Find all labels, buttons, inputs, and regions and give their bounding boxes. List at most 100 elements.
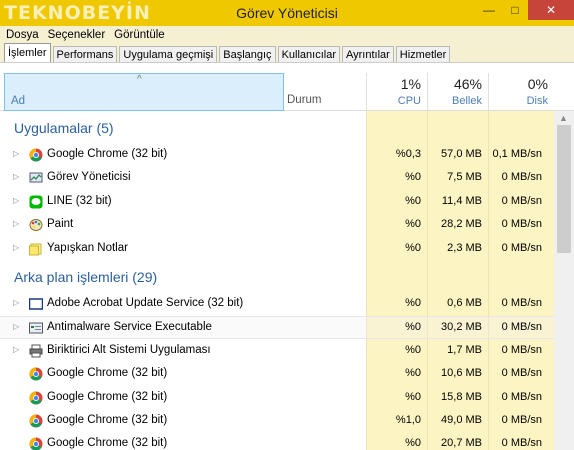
- disk-value: 0 MB/sn: [501, 321, 542, 334]
- menu-view[interactable]: Görüntüle: [114, 29, 165, 41]
- memory-value: 15,8 MB: [441, 390, 482, 403]
- memory-value: 20,7 MB: [441, 437, 482, 450]
- cpu-value: %0: [405, 171, 421, 184]
- cpu-value: %0: [405, 367, 421, 380]
- process-row[interactable]: ▷ Adobe Acrobat Update Service (32 bit) %0…: [0, 293, 554, 316]
- tab-users[interactable]: Kullanıcılar: [277, 46, 340, 62]
- vertical-scrollbar[interactable]: ▲: [554, 111, 574, 450]
- memory-value: 11,4 MB: [441, 194, 482, 207]
- process-name: Google Chrome (32 bit): [47, 367, 168, 380]
- disk-value: 0 MB/sn: [501, 437, 542, 450]
- task-manager-icon: [29, 171, 43, 185]
- scroll-thumb[interactable]: [557, 125, 571, 253]
- expand-arrow-icon[interactable]: ▷: [13, 196, 19, 205]
- process-name: Paint: [47, 218, 74, 231]
- minimize-icon[interactable]: —: [476, 0, 502, 20]
- memory-value: 10,6 MB: [441, 367, 482, 380]
- cpu-value: %0,3: [395, 148, 421, 160]
- disk-value: 0 MB/sn: [501, 297, 542, 309]
- column-header-disk[interactable]: 0% Disk: [488, 73, 554, 111]
- process-row[interactable]: ▷ Google Chrome (32 bit) %0,3 57,0 MB 0,1 MB…: [0, 144, 554, 167]
- process-name: Antimalware Service Executable: [47, 321, 212, 334]
- column-header-cpu[interactable]: 1% CPU: [366, 73, 427, 111]
- cpu-value: %0: [405, 437, 421, 450]
- memory-value: 49,0 MB: [441, 414, 482, 426]
- menu-bar: Dosya Seçenekler Görüntüle: [0, 26, 574, 44]
- memory-total-percent: 46%: [453, 76, 482, 92]
- column-header: ^ Ad Durum 1% CPU 46% Bellek 0% Disk: [0, 63, 574, 111]
- process-row[interactable]: ▷ Yapışkan Notlar %0 2,3 MB 0 MB/sn: [0, 238, 554, 261]
- column-header-memory[interactable]: 46% Bellek: [427, 73, 488, 111]
- disk-value: 0,1 MB/sn: [492, 148, 542, 160]
- tab-processes[interactable]: İşlemler: [4, 43, 51, 62]
- group-header-background[interactable]: Arka plan işlemleri (29): [14, 269, 157, 285]
- process-name: Google Chrome (32 bit): [47, 390, 168, 403]
- process-row[interactable]: ▷ Paint %0 28,2 MB 0 MB/sn: [0, 214, 554, 237]
- cpu-column-label: CPU: [397, 95, 421, 107]
- chrome-icon: [29, 414, 43, 428]
- process-name: Biriktirici Alt Sistemi Uygulaması: [47, 343, 211, 356]
- expand-arrow-icon[interactable]: ▷: [13, 149, 19, 158]
- cpu-value: %0: [405, 321, 421, 334]
- column-header-name[interactable]: ^ Ad: [4, 73, 284, 111]
- disk-value: 0 MB/sn: [501, 367, 542, 380]
- chrome-icon: [29, 148, 43, 162]
- group-header-apps[interactable]: Uygulamalar (5): [14, 120, 114, 136]
- tab-performance[interactable]: Performans: [52, 46, 118, 62]
- disk-value: 0 MB/sn: [501, 414, 542, 426]
- chrome-icon: [29, 367, 43, 381]
- disk-value: 0 MB/sn: [501, 241, 542, 254]
- cpu-value: %0: [405, 297, 421, 309]
- process-row[interactable]: ▷ Biriktirici Alt Sistemi Uygulaması %0 1,7…: [0, 340, 554, 363]
- cpu-value: %1,0: [395, 414, 421, 426]
- tab-startup[interactable]: Başlangıç: [219, 46, 276, 62]
- chrome-icon: [29, 391, 43, 405]
- memory-value: 28,2 MB: [441, 218, 482, 231]
- expand-arrow-icon[interactable]: ▷: [13, 219, 19, 228]
- process-name: Adobe Acrobat Update Service (32 bit): [47, 297, 244, 309]
- expand-arrow-icon[interactable]: ▷: [13, 298, 19, 307]
- line-icon: [29, 195, 43, 209]
- disk-value: 0 MB/sn: [501, 218, 542, 231]
- sort-ascending-icon: ^: [137, 74, 142, 85]
- process-row[interactable]: ▷ Görev Yöneticisi %0 7,5 MB 0 MB/sn: [0, 167, 554, 190]
- expand-arrow-icon[interactable]: ▷: [13, 172, 19, 181]
- sticky-notes-icon: [29, 242, 43, 256]
- memory-value: 2,3 MB: [447, 241, 482, 254]
- expand-arrow-icon[interactable]: ▷: [13, 322, 19, 331]
- memory-value: 1,7 MB: [447, 343, 482, 356]
- process-row[interactable]: Google Chrome (32 bit) %0 15,8 MB 0 MB/sn: [0, 387, 554, 410]
- memory-column-label: Bellek: [452, 95, 482, 107]
- window-icon: [28, 297, 44, 311]
- tab-strip: İşlemler Performans Uygulama geçmişi Baş…: [0, 43, 574, 63]
- process-name: Google Chrome (32 bit): [47, 148, 168, 160]
- tab-app-history[interactable]: Uygulama geçmişi: [119, 46, 218, 62]
- process-name: Görev Yöneticisi: [47, 171, 131, 184]
- memory-value: 57,0 MB: [441, 148, 482, 160]
- process-row[interactable]: Google Chrome (32 bit) %0 20,7 MB 0 MB/sn: [0, 433, 554, 450]
- menu-file[interactable]: Dosya: [6, 29, 39, 41]
- process-row[interactable]: Google Chrome (32 bit) %0 10,6 MB 0 MB/sn: [0, 363, 554, 386]
- process-name: Google Chrome (32 bit): [47, 437, 168, 450]
- cpu-value: %0: [405, 218, 421, 231]
- disk-value: 0 MB/sn: [501, 171, 542, 184]
- expand-arrow-icon[interactable]: ▷: [13, 243, 19, 252]
- tab-services[interactable]: Hizmetler: [395, 46, 451, 62]
- column-header-status[interactable]: Durum: [287, 94, 322, 106]
- expand-arrow-icon[interactable]: ▷: [13, 345, 19, 354]
- maximize-icon[interactable]: □: [502, 0, 528, 20]
- title-bar: TEKNOBEYİN Görev Yöneticisi — □ ✕: [0, 0, 574, 26]
- process-row[interactable]: Google Chrome (32 bit) %1,0 49,0 MB 0 MB/sn: [0, 410, 554, 433]
- menu-options[interactable]: Seçenekler: [48, 29, 106, 41]
- disk-value: 0 MB/sn: [501, 390, 542, 403]
- cpu-value: %0: [405, 343, 421, 356]
- process-row[interactable]: ▷ LINE (32 bit) %0 11,4 MB 0 MB/sn: [0, 191, 554, 214]
- scroll-up-icon[interactable]: ▲: [559, 113, 568, 123]
- window-controls: — □ ✕: [476, 0, 574, 20]
- process-row[interactable]: ▷ Antimalware Service Executable %0 30,2 MB…: [0, 316, 554, 340]
- paint-icon: [29, 218, 43, 232]
- tab-details[interactable]: Ayrıntılar: [341, 46, 394, 62]
- memory-value: 0,6 MB: [447, 297, 482, 309]
- close-icon[interactable]: ✕: [528, 0, 574, 20]
- service-icon: [29, 321, 43, 335]
